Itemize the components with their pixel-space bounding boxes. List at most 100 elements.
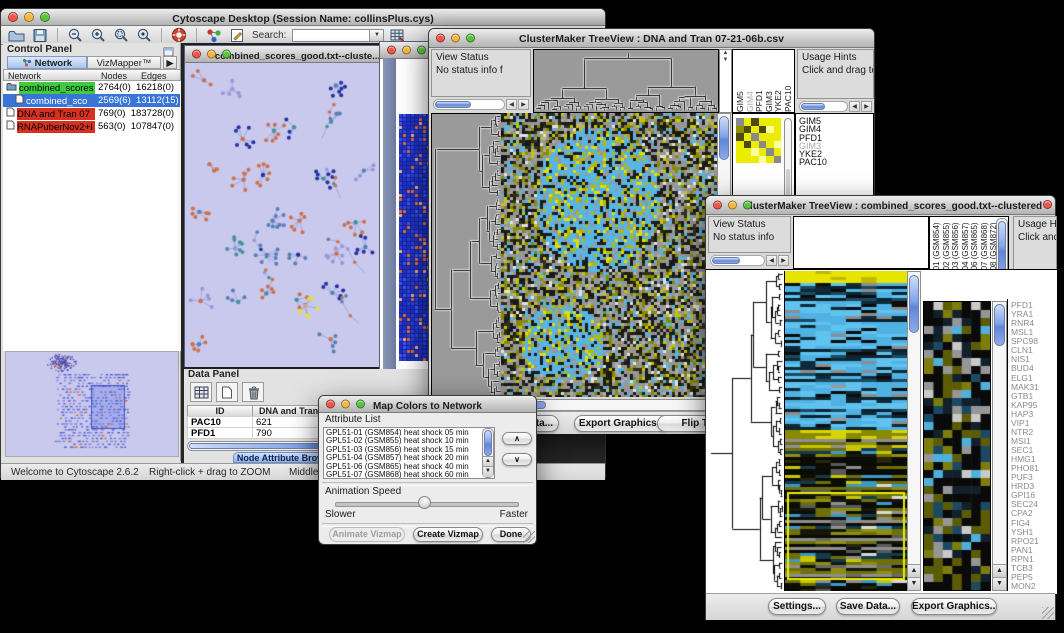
chevron-down-icon[interactable]: ▼ <box>369 30 383 41</box>
zoom-button[interactable] <box>356 400 365 409</box>
zoom-button[interactable] <box>417 46 426 55</box>
array-column-label[interactable]: PFD1 <box>754 52 764 112</box>
similarity-cell[interactable] <box>774 133 782 141</box>
export-graphics-button[interactable]: Export Graphics... <box>574 415 670 432</box>
network-overview-panel[interactable] <box>5 351 179 457</box>
scroll-down-icon[interactable]: ▼ <box>908 577 920 590</box>
similarity-cell[interactable] <box>744 141 752 149</box>
similarity-cell[interactable] <box>751 118 759 126</box>
zoom-selected-icon[interactable] <box>111 27 131 43</box>
secondary-close-indicator[interactable] <box>1043 200 1052 209</box>
minimize-button[interactable] <box>341 400 350 409</box>
network-row-combined-sco-selected[interactable]: combined_sco 2569(6) 13112(15) <box>3 94 180 107</box>
save-data-button[interactable]: Save Data... <box>836 598 900 615</box>
open-file-button[interactable] <box>7 27 27 43</box>
zoom-fit-icon[interactable] <box>134 27 154 43</box>
main-titlebar[interactable]: Cytoscape Desktop (Session Name: collins… <box>1 9 605 26</box>
close-button[interactable] <box>326 400 335 409</box>
similarity-cell[interactable] <box>736 141 744 149</box>
network-view-titlebar[interactable]: combined_scores_good.txt--cluste... <box>185 46 382 63</box>
treeview2-titlebar[interactable]: ClusterMaker TreeView : combined_scores_… <box>706 196 1055 215</box>
similarity-cell[interactable] <box>759 156 767 164</box>
tab-overflow-button[interactable]: ▶ <box>163 56 177 69</box>
tab-vizmapper[interactable]: VizMapper™ <box>87 56 161 69</box>
tv2-heatmap-canvas[interactable] <box>784 271 907 591</box>
network-row-combined-scores[interactable]: combined_scores 2764(0) 16218(0) <box>3 81 180 94</box>
close-button[interactable] <box>192 50 201 59</box>
zoom-in-icon[interactable] <box>88 27 108 43</box>
tv1-heatmap-canvas[interactable] <box>501 113 717 397</box>
similarity-cell[interactable] <box>751 126 759 134</box>
animation-speed-slider-thumb[interactable] <box>418 496 431 509</box>
vizmapper-icon[interactable] <box>204 27 224 43</box>
close-button[interactable] <box>713 201 722 210</box>
similarity-cell[interactable] <box>766 148 774 156</box>
similarity-cell[interactable] <box>744 126 752 134</box>
similarity-cell[interactable] <box>744 148 752 156</box>
similarity-cell[interactable] <box>774 126 782 134</box>
network-table-header[interactable]: Network Nodes Edges <box>3 69 181 81</box>
similarity-cell[interactable] <box>766 156 774 164</box>
minimize-button[interactable] <box>402 46 411 55</box>
scroll-right-icon[interactable]: ▶ <box>778 255 789 266</box>
treeview1-titlebar[interactable]: ClusterMaker TreeView : DNA and Tran 07-… <box>429 29 874 48</box>
window-edge-scrollbar[interactable] <box>383 58 396 374</box>
gene-label[interactable]: MON2 <box>1011 582 1055 591</box>
similarity-cell[interactable] <box>759 133 767 141</box>
array-column-label[interactable]: GIM4 <box>745 52 755 112</box>
scroll-down-icon[interactable]: ▼ <box>993 577 1006 590</box>
similarity-cell[interactable] <box>774 118 782 126</box>
similarity-cell[interactable] <box>774 156 782 164</box>
tv2-zoom-scrollbar[interactable]: ▲ ▼ <box>992 301 1007 591</box>
scroll-left-icon[interactable]: ◀ <box>506 99 517 110</box>
tv1-usage-scrollbar[interactable]: ◀▶ <box>799 101 872 112</box>
network-overview-canvas[interactable] <box>6 352 178 456</box>
scroll-down-icon[interactable]: ▼ <box>483 466 493 477</box>
similarity-cell[interactable] <box>751 156 759 164</box>
minimize-button[interactable] <box>207 50 216 59</box>
close-button[interactable] <box>436 34 445 43</box>
attribute-list-item[interactable]: GPL51-07 (GSM868) heat shock 60 min <box>326 471 494 479</box>
tab-network[interactable]: Network <box>7 56 87 69</box>
network-view-canvas[interactable] <box>185 63 382 367</box>
tv1-column-dendrogram[interactable] <box>533 49 719 113</box>
tv1-corner-strip[interactable]: ▲▼ <box>719 49 732 113</box>
array-column-label[interactable]: PAC10 <box>783 52 793 112</box>
tv2-row-dendrogram[interactable] <box>708 271 784 591</box>
move-down-button[interactable]: ∨ <box>502 453 532 466</box>
similarity-cell[interactable] <box>774 141 782 149</box>
scroll-left-icon[interactable]: ◀ <box>766 255 777 266</box>
network-row-rnapubernov2[interactable]: RNAPuberNov2+I 563(0) 107847(0) <box>3 120 180 133</box>
similarity-cell[interactable] <box>751 141 759 149</box>
minimize-button[interactable] <box>24 12 34 22</box>
minimize-button[interactable] <box>728 201 737 210</box>
similarity-cell[interactable] <box>744 133 752 141</box>
table-row-id[interactable]: PFD1 <box>187 427 253 439</box>
scroll-right-icon[interactable]: ▶ <box>861 101 872 112</box>
array-column-label[interactable]: GIM5 <box>735 52 745 112</box>
annotation-icon[interactable] <box>227 27 247 43</box>
similarity-cell[interactable] <box>736 148 744 156</box>
scroll-left-icon[interactable]: ◀ <box>849 101 860 112</box>
select-attributes-icon[interactable] <box>190 382 212 402</box>
scroll-right-icon[interactable]: ▶ <box>518 99 529 110</box>
new-attribute-icon[interactable] <box>216 382 238 402</box>
scroll-up-icon[interactable]: ▲ <box>908 564 920 577</box>
similarity-cell[interactable] <box>751 148 759 156</box>
similarity-cell[interactable] <box>766 133 774 141</box>
similarity-cell[interactable] <box>759 126 767 134</box>
export-graphics-button[interactable]: Export Graphics... <box>911 598 997 615</box>
gene-row-label[interactable]: PAC10 <box>799 158 873 166</box>
create-vizmap-button[interactable]: Create Vizmap <box>413 527 483 542</box>
similarity-cell[interactable] <box>766 141 774 149</box>
network-row-dna-and-tran[interactable]: DNA and Tran 07 769(0) 183728(0) <box>3 107 180 120</box>
similarity-cell[interactable] <box>766 126 774 134</box>
attribute-list[interactable]: GPL51-01 (GSM854) heat shock 05 minGPL51… <box>323 427 495 479</box>
animate-vizmap-button[interactable]: Animate Vizmap <box>329 527 405 542</box>
similarity-cell[interactable] <box>736 126 744 134</box>
similarity-cell[interactable] <box>759 148 767 156</box>
dialog-titlebar[interactable]: Map Colors to Network <box>319 396 536 413</box>
scroll-up-icon[interactable]: ▲ <box>993 564 1006 577</box>
close-button[interactable] <box>387 46 396 55</box>
similarity-cell[interactable] <box>736 118 744 126</box>
